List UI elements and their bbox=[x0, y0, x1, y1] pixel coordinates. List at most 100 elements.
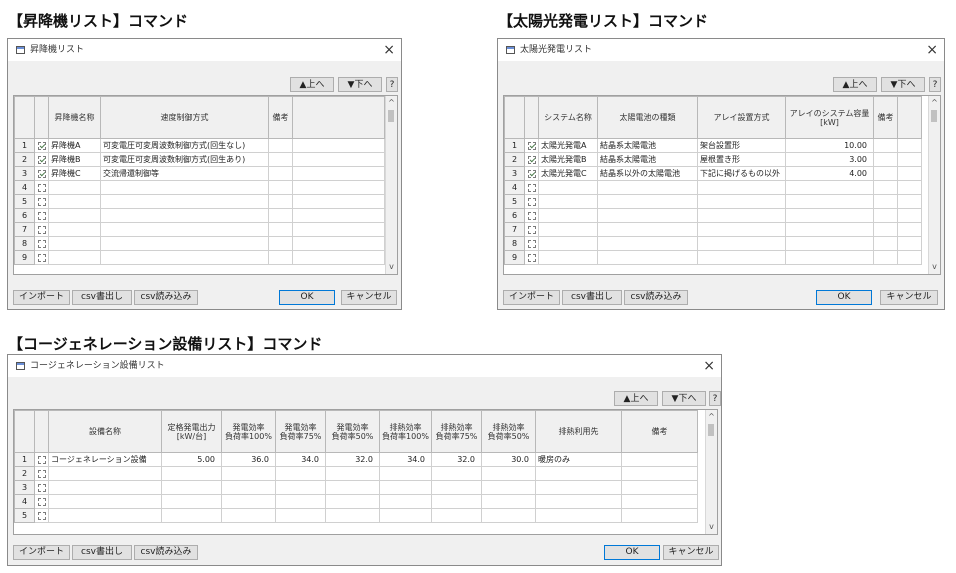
row-checkbox-cell[interactable] bbox=[34, 180, 49, 195]
col-header[interactable]: 発電効率 負荷率100% bbox=[221, 410, 276, 453]
col-header[interactable]: 備考 bbox=[621, 410, 698, 453]
checkbox-icon[interactable] bbox=[527, 253, 536, 262]
checkbox-icon[interactable] bbox=[527, 225, 536, 234]
system-name-cell[interactable] bbox=[538, 236, 598, 251]
value-cell[interactable] bbox=[221, 494, 276, 509]
cell-type-cell[interactable]: 結晶系以外の太陽電池 bbox=[597, 166, 698, 181]
table-row[interactable]: 2 太陽光発電B 結晶系太陽電池 屋根置き形 3.00 bbox=[504, 152, 922, 167]
csv-import-button[interactable]: csv読み込み bbox=[134, 545, 198, 560]
value-cell[interactable] bbox=[481, 466, 536, 481]
speed-control-cell[interactable] bbox=[100, 208, 269, 223]
table-row[interactable]: 4 bbox=[14, 180, 385, 195]
value-cell[interactable] bbox=[379, 466, 432, 481]
elevator-name-cell[interactable] bbox=[48, 194, 101, 209]
checkbox-icon[interactable] bbox=[527, 239, 536, 248]
checkbox-icon[interactable] bbox=[527, 197, 536, 206]
checkbox-icon[interactable] bbox=[37, 239, 46, 248]
close-button[interactable]: × bbox=[383, 39, 395, 61]
table-row[interactable]: 5 bbox=[504, 194, 922, 209]
checkbox-icon[interactable] bbox=[37, 253, 46, 262]
csv-export-button[interactable]: csv書出し bbox=[562, 290, 622, 305]
note-cell[interactable] bbox=[621, 508, 698, 523]
system-name-cell[interactable]: 太陽光発電C bbox=[538, 166, 598, 181]
speed-control-cell[interactable]: 交流帰還制御等 bbox=[100, 166, 269, 181]
speed-control-cell[interactable] bbox=[100, 180, 269, 195]
table-row[interactable]: 1 コージェネレーション設備 5.00 36.0 34.0 32.0 34.0 32.0 30.… bbox=[14, 452, 698, 467]
value-cell[interactable] bbox=[431, 466, 482, 481]
note-cell[interactable] bbox=[268, 236, 293, 251]
checked-checkbox-icon[interactable] bbox=[527, 169, 536, 178]
mount-method-cell[interactable] bbox=[697, 180, 786, 195]
close-button[interactable]: × bbox=[703, 355, 715, 377]
value-cell[interactable] bbox=[221, 480, 276, 495]
speed-control-cell[interactable] bbox=[100, 194, 269, 209]
row-checkbox-cell[interactable] bbox=[524, 138, 539, 153]
table-row[interactable]: 9 bbox=[504, 250, 922, 265]
checked-checkbox-icon[interactable] bbox=[37, 141, 46, 150]
heat-use-cell[interactable]: 暖房のみ bbox=[535, 452, 622, 467]
mount-method-cell[interactable] bbox=[697, 194, 786, 209]
elevator-name-cell[interactable] bbox=[48, 222, 101, 237]
row-checkbox-cell[interactable] bbox=[524, 166, 539, 181]
checkbox-icon[interactable] bbox=[37, 483, 46, 492]
note-cell[interactable] bbox=[873, 166, 898, 181]
value-cell[interactable] bbox=[431, 494, 482, 509]
value-cell[interactable] bbox=[221, 466, 276, 481]
csv-import-button[interactable]: csv読み込み bbox=[134, 290, 198, 305]
note-cell[interactable] bbox=[268, 208, 293, 223]
table-row[interactable]: 8 bbox=[14, 236, 385, 251]
elevator-name-cell[interactable] bbox=[48, 180, 101, 195]
speed-control-cell[interactable]: 可変電圧可変周波数制御方式(回生なし) bbox=[100, 138, 269, 153]
capacity-cell[interactable]: 4.00 bbox=[785, 166, 874, 181]
cancel-button[interactable]: キャンセル bbox=[341, 290, 397, 305]
system-name-cell[interactable]: 太陽光発電B bbox=[538, 152, 598, 167]
row-checkbox-cell[interactable] bbox=[524, 194, 539, 209]
capacity-cell[interactable] bbox=[785, 194, 874, 209]
col-header[interactable]: アレイのシステム容量 [kW] bbox=[785, 96, 874, 139]
csv-export-button[interactable]: csv書出し bbox=[72, 290, 132, 305]
scroll-up-icon[interactable]: ^ bbox=[929, 98, 940, 108]
value-cell[interactable] bbox=[275, 466, 326, 481]
col-header[interactable]: 排熱効率 負荷率75% bbox=[431, 410, 482, 453]
checked-checkbox-icon[interactable] bbox=[37, 169, 46, 178]
csv-import-button[interactable]: csv読み込み bbox=[624, 290, 688, 305]
cell-type-cell[interactable]: 結晶系太陽電池 bbox=[597, 138, 698, 153]
note-cell[interactable] bbox=[873, 194, 898, 209]
checkbox-icon[interactable] bbox=[527, 183, 536, 192]
capacity-cell[interactable] bbox=[785, 180, 874, 195]
row-checkbox-cell[interactable] bbox=[524, 250, 539, 265]
note-cell[interactable] bbox=[621, 466, 698, 481]
value-cell[interactable]: 34.0 bbox=[275, 452, 326, 467]
value-cell[interactable] bbox=[161, 508, 222, 523]
checkbox-icon[interactable] bbox=[37, 197, 46, 206]
row-checkbox-cell[interactable] bbox=[34, 250, 49, 265]
mount-method-cell[interactable] bbox=[697, 208, 786, 223]
scroll-down-icon[interactable]: v bbox=[386, 262, 397, 272]
import-button[interactable]: インポート bbox=[13, 545, 70, 560]
col-header[interactable]: 排熱利用先 bbox=[535, 410, 622, 453]
heat-use-cell[interactable] bbox=[535, 480, 622, 495]
move-up-button[interactable]: ▲上へ bbox=[290, 77, 334, 92]
scroll-down-icon[interactable]: v bbox=[929, 262, 940, 272]
help-button[interactable]: ? bbox=[709, 391, 721, 406]
import-button[interactable]: インポート bbox=[13, 290, 70, 305]
value-cell[interactable] bbox=[379, 508, 432, 523]
move-down-button[interactable]: ▼下へ bbox=[881, 77, 925, 92]
note-cell[interactable] bbox=[873, 208, 898, 223]
move-up-button[interactable]: ▲上へ bbox=[833, 77, 877, 92]
row-checkbox-cell[interactable] bbox=[34, 208, 49, 223]
value-cell[interactable]: 34.0 bbox=[379, 452, 432, 467]
checkbox-icon[interactable] bbox=[37, 497, 46, 506]
heat-use-cell[interactable] bbox=[535, 508, 622, 523]
elevator-name-cell[interactable]: 昇降機B bbox=[48, 152, 101, 167]
cell-type-cell[interactable] bbox=[597, 180, 698, 195]
note-cell[interactable] bbox=[873, 180, 898, 195]
note-cell[interactable] bbox=[873, 236, 898, 251]
equipment-name-cell[interactable] bbox=[48, 494, 162, 509]
value-cell[interactable] bbox=[379, 494, 432, 509]
cancel-button[interactable]: キャンセル bbox=[663, 545, 719, 560]
scroll-thumb[interactable] bbox=[708, 424, 714, 436]
value-cell[interactable] bbox=[325, 508, 380, 523]
table-row[interactable]: 2 昇降機B 可変電圧可変周波数制御方式(回生あり) bbox=[14, 152, 385, 167]
note-cell[interactable] bbox=[268, 138, 293, 153]
